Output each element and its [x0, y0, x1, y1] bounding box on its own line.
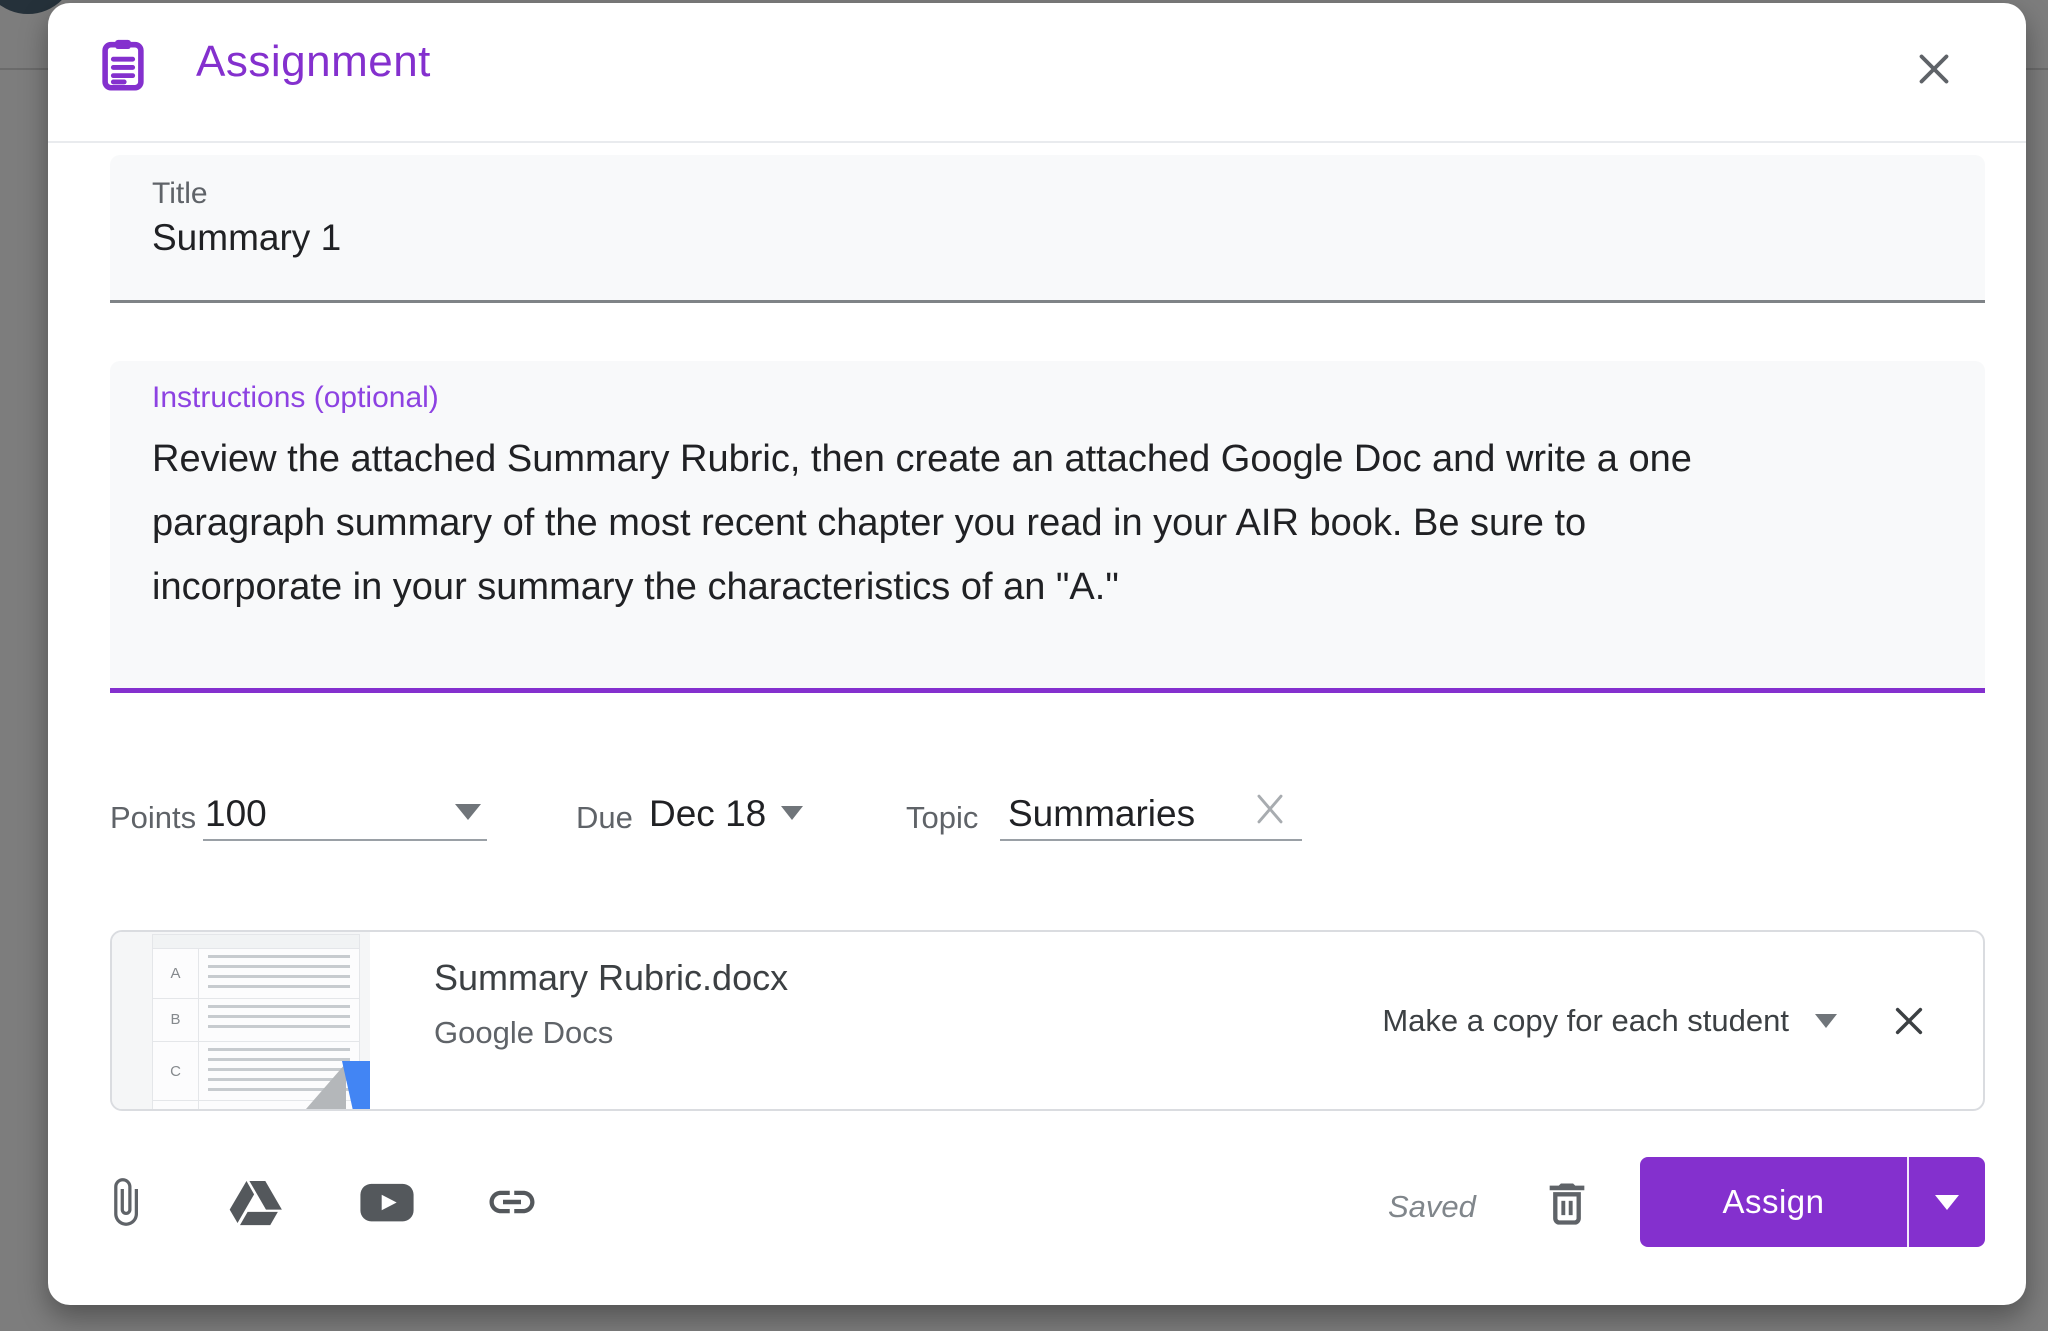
- assignment-clipboard-icon: [94, 36, 152, 94]
- due-dropdown-caret-icon[interactable]: [781, 806, 803, 820]
- topic-underline: [1000, 839, 1302, 841]
- remove-attachment-icon[interactable]: [1883, 932, 1935, 1109]
- topic-clear-icon[interactable]: [1246, 785, 1294, 833]
- due-value[interactable]: Dec 18: [649, 793, 766, 835]
- attachment-card[interactable]: A B C Summary Rubric.docx Google Docs Ma…: [110, 930, 1985, 1111]
- title-field[interactable]: Title Summary 1: [110, 155, 1985, 303]
- points-underline: [203, 839, 487, 841]
- points-value[interactable]: 100: [205, 793, 267, 835]
- close-icon[interactable]: [1906, 41, 1962, 97]
- instructions-line: paragraph summary of the most recent cha…: [152, 491, 1692, 555]
- rubric-grade: C: [153, 1042, 199, 1100]
- instructions-line: Review the attached Summary Rubric, then…: [152, 427, 1692, 491]
- delete-draft-icon[interactable]: [1538, 1174, 1596, 1232]
- dialog-title: Assignment: [196, 37, 431, 87]
- assign-dropdown-caret-icon[interactable]: [1909, 1157, 1985, 1247]
- copy-option-dropdown[interactable]: Make a copy for each student: [1382, 932, 1837, 1109]
- points-label: Points: [110, 800, 196, 836]
- points-dropdown-caret-icon[interactable]: [455, 804, 481, 820]
- attachment-thumbnail: A B C: [112, 932, 370, 1109]
- attachment-type: Google Docs: [434, 1015, 613, 1051]
- instructions-input[interactable]: Review the attached Summary Rubric, then…: [152, 427, 1692, 619]
- copy-option-label: Make a copy for each student: [1382, 1003, 1789, 1039]
- instructions-field[interactable]: Instructions (optional) Review the attac…: [110, 361, 1985, 693]
- rubric-grade: A: [153, 949, 199, 997]
- topic-value[interactable]: Summaries: [1008, 793, 1195, 835]
- title-input[interactable]: Summary 1: [152, 217, 341, 259]
- header-divider: [48, 141, 2026, 143]
- google-drive-icon[interactable]: [223, 1170, 287, 1234]
- attachment-filename[interactable]: Summary Rubric.docx: [434, 957, 788, 999]
- saved-status: Saved: [1388, 1189, 1476, 1225]
- rubric-grade: B: [153, 999, 199, 1042]
- topic-label: Topic: [906, 800, 978, 836]
- title-label: Title: [152, 177, 208, 211]
- copy-option-caret-icon: [1815, 1014, 1837, 1028]
- attach-file-icon[interactable]: [93, 1170, 157, 1234]
- rubric-preview: A B C: [152, 934, 360, 1109]
- instructions-label: Instructions (optional): [152, 381, 439, 415]
- due-label: Due: [576, 800, 633, 836]
- instructions-line: incorporate in your summary the characte…: [152, 555, 1692, 619]
- assign-button[interactable]: Assign: [1640, 1157, 1907, 1247]
- assignment-dialog: Assignment Title Summary 1 Instructions …: [48, 3, 2026, 1305]
- link-icon[interactable]: [480, 1170, 544, 1234]
- assign-split-button[interactable]: Assign: [1640, 1157, 1985, 1247]
- youtube-icon[interactable]: [355, 1170, 419, 1234]
